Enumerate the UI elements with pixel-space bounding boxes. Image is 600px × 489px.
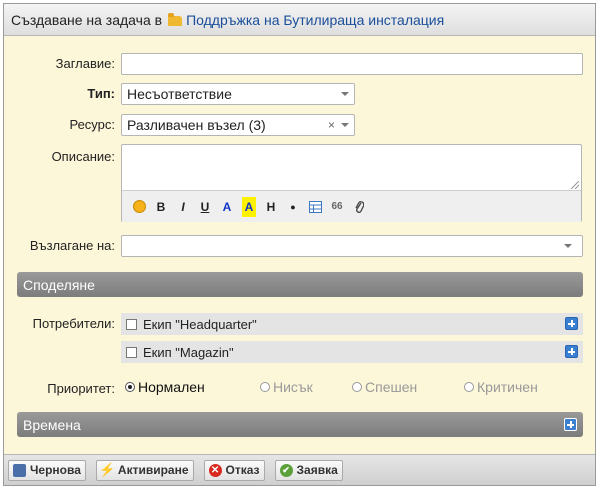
chevron-down-icon <box>341 123 349 127</box>
priority-critical-radio[interactable]: Критичен <box>464 379 538 395</box>
resource-select[interactable]: Разливачен възел (3) × <box>121 114 355 136</box>
highlight-button[interactable]: A <box>242 196 256 217</box>
resource-label: Ресурс: <box>69 117 115 132</box>
priority-label: Приоритет: <box>47 381 115 396</box>
draft-button[interactable]: Чернова <box>8 459 86 481</box>
plus-icon[interactable] <box>564 418 577 431</box>
assign-select[interactable] <box>121 235 583 257</box>
save-icon <box>13 463 26 477</box>
chevron-down-icon <box>564 244 572 248</box>
users-label: Потребители: <box>32 316 115 331</box>
times-section-header[interactable]: Времена <box>17 412 583 437</box>
resource-select-value: Разливачен възел (3) <box>127 117 266 133</box>
sharing-section-header[interactable]: Споделяне <box>17 272 583 297</box>
title-input[interactable] <box>121 53 583 75</box>
chevron-down-icon <box>341 92 349 96</box>
user-row-headquarter[interactable]: Екип "Headquarter" <box>121 313 583 335</box>
description-editor: B I U A A H ● 66 <box>121 144 582 222</box>
plus-icon[interactable] <box>565 345 578 358</box>
heading-button[interactable]: H <box>260 197 282 217</box>
radio-label: Критичен <box>477 379 538 395</box>
user-row-magazin[interactable]: Екип "Magazin" <box>121 341 583 363</box>
type-select-value: Несъответствие <box>127 86 232 102</box>
radio-button[interactable] <box>125 382 135 392</box>
user-name: Екип "Magazin" <box>143 344 234 360</box>
type-select[interactable]: Несъответствие <box>121 83 355 105</box>
table-button[interactable] <box>304 197 326 217</box>
title-label: Заглавие: <box>55 56 115 71</box>
priority-normal-radio[interactable]: Нормален <box>125 379 205 395</box>
text-color-button[interactable]: A <box>216 197 238 217</box>
table-icon <box>308 200 322 213</box>
activate-button[interactable]: ⚡ Активиране <box>95 459 194 481</box>
resize-grip-icon[interactable] <box>571 181 579 189</box>
check-icon: ✔ <box>279 463 293 477</box>
dialog-title: Създаване на задача в <box>11 11 163 28</box>
radio-button[interactable] <box>352 382 362 392</box>
smiley-icon <box>132 200 146 213</box>
priority-urgent-radio[interactable]: Спешен <box>352 379 417 395</box>
type-label: Тип: <box>87 86 115 101</box>
attach-button[interactable] <box>348 197 370 217</box>
cancel-icon: ✕ <box>208 463 222 477</box>
clear-icon[interactable]: × <box>328 118 335 132</box>
cancel-button[interactable]: ✕ Отказ <box>203 459 265 481</box>
sharing-section-title: Споделяне <box>23 276 95 293</box>
cancel-button-label: Отказ <box>225 463 260 477</box>
bullet-list-button[interactable]: ● <box>282 197 304 217</box>
emoji-button[interactable] <box>128 197 150 217</box>
quote-button[interactable]: 66 <box>326 197 348 217</box>
priority-low-radio[interactable]: Нисък <box>260 379 313 395</box>
description-textarea[interactable] <box>122 145 581 191</box>
activate-button-label: Активиране <box>117 463 189 477</box>
radio-label: Нормален <box>138 379 205 395</box>
times-section-title: Времена <box>23 416 81 433</box>
draft-button-label: Чернова <box>30 463 81 477</box>
request-button-label: Заявка <box>296 463 338 477</box>
folder-icon <box>168 12 183 26</box>
request-button[interactable]: ✔ Заявка <box>274 459 343 481</box>
dialog-footer: Чернова ⚡ Активиране ✕ Отказ ✔ Заявка <box>4 454 595 485</box>
checkbox[interactable] <box>126 346 137 358</box>
lightning-icon: ⚡ <box>99 462 116 477</box>
priority-radio-group: Нормален Нисък Спешен Критичен <box>125 379 585 399</box>
radio-button[interactable] <box>260 382 270 392</box>
radio-button[interactable] <box>464 382 474 392</box>
checkbox[interactable] <box>126 318 137 330</box>
assign-label: Възлагане на: <box>29 238 115 253</box>
radio-label: Нисък <box>273 379 313 395</box>
plus-icon[interactable] <box>565 317 578 330</box>
description-label: Описание: <box>51 149 115 164</box>
dialog-titlebar: Създаване на задача в Поддръжка на Бутил… <box>4 4 595 36</box>
user-name: Екип "Headquarter" <box>143 316 257 332</box>
underline-button[interactable]: U <box>194 197 216 217</box>
italic-button[interactable]: I <box>172 197 194 217</box>
bold-button[interactable]: B <box>150 197 172 217</box>
create-task-dialog: Създаване на задача в Поддръжка на Бутил… <box>3 3 596 486</box>
project-link[interactable]: Поддръжка на Бутилираща инсталация <box>186 12 444 28</box>
radio-label: Спешен <box>365 379 418 395</box>
paperclip-icon <box>355 200 364 213</box>
editor-toolbar: B I U A A H ● 66 <box>122 191 581 222</box>
